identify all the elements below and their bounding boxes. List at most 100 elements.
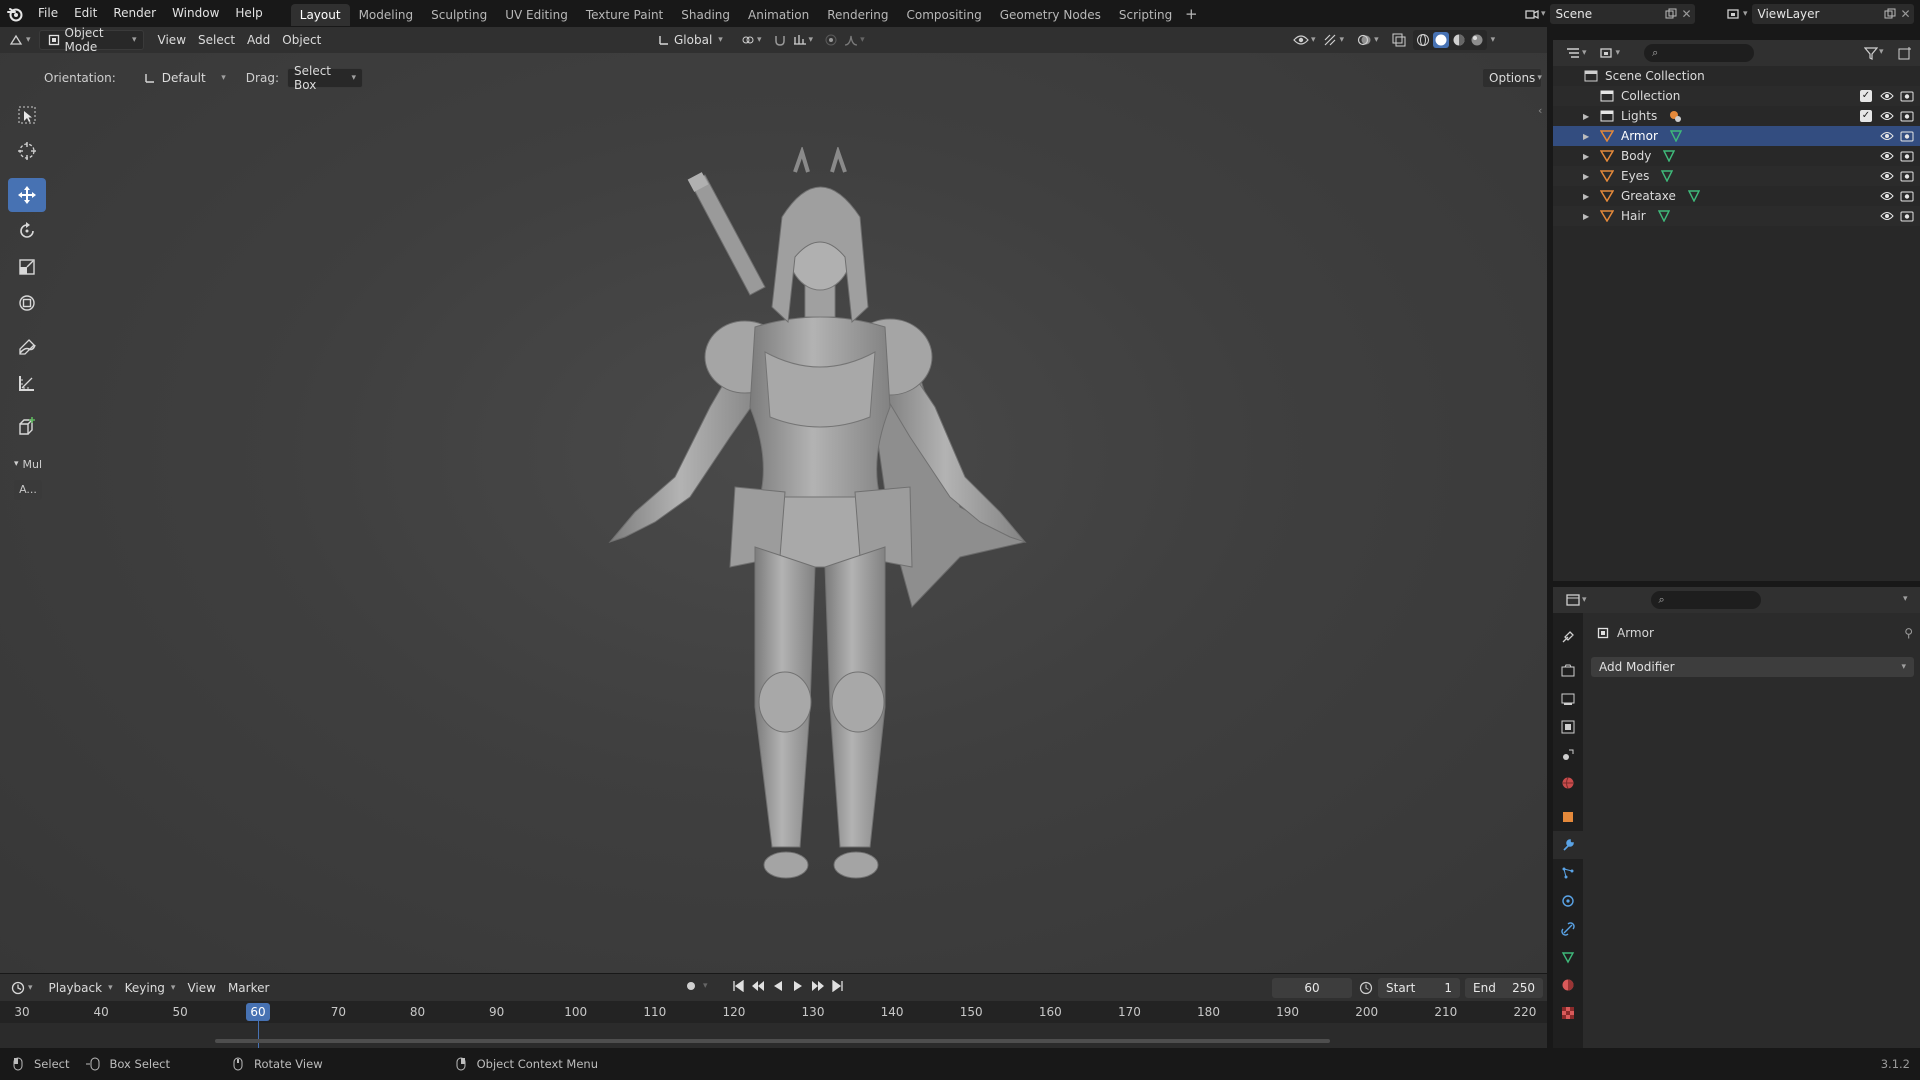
tab-modeling[interactable]: Modeling [350, 4, 423, 26]
menu-file[interactable]: File [30, 0, 66, 27]
camera-render-icon[interactable] [1899, 188, 1915, 204]
menu-view[interactable]: View [152, 30, 192, 50]
marker-menu[interactable]: Marker [222, 978, 275, 998]
playhead-frame-badge[interactable]: 60 [246, 1003, 270, 1021]
eye-icon[interactable] [1879, 208, 1895, 224]
mesh-data-icon[interactable] [1659, 168, 1675, 184]
tab-scene[interactable] [1553, 741, 1583, 769]
area-divider-horizontal[interactable] [1553, 581, 1920, 587]
menu-add[interactable]: Add [241, 30, 276, 50]
filter-icon[interactable] [1863, 45, 1879, 61]
properties-editor-icon[interactable] [1565, 592, 1581, 608]
add-cube-tool[interactable] [8, 410, 46, 444]
timeline-scrollbar[interactable] [215, 1039, 1330, 1043]
camera-render-icon[interactable] [1899, 208, 1915, 224]
outliner-item-lights[interactable]: ▶ Lights ✓ [1553, 106, 1920, 126]
outliner-search-field[interactable]: ⌕ [1644, 44, 1755, 62]
menu-object[interactable]: Object [276, 30, 327, 50]
xray-icon[interactable] [1391, 32, 1407, 48]
visibility-icon[interactable] [1293, 32, 1309, 48]
properties-search-field[interactable]: ⌕ [1650, 591, 1761, 609]
tool-panel-header[interactable]: ▾ Mul [14, 454, 48, 474]
mesh-data-icon[interactable] [1686, 188, 1702, 204]
menu-window[interactable]: Window [164, 0, 227, 27]
disclosure-triangle-icon[interactable]: ▶ [1583, 192, 1593, 201]
scene-collection-row[interactable]: Scene Collection [1553, 66, 1920, 86]
eye-icon[interactable] [1879, 108, 1895, 124]
tab-world[interactable] [1553, 769, 1583, 797]
3d-viewport[interactable] [0, 27, 1547, 973]
tab-modifiers[interactable] [1553, 831, 1583, 859]
menu-edit[interactable]: Edit [66, 0, 105, 27]
current-frame-field[interactable]: 60 [1272, 978, 1352, 998]
menu-select[interactable]: Select [192, 30, 241, 50]
tab-output[interactable] [1553, 685, 1583, 713]
outliner-item-hair[interactable]: ▶ Hair [1553, 206, 1920, 226]
timeline-view-menu[interactable]: View [181, 978, 221, 998]
tab-object[interactable] [1553, 803, 1583, 831]
eye-icon[interactable] [1879, 168, 1895, 184]
character-model[interactable] [540, 147, 1100, 977]
tab-shading[interactable]: Shading [672, 4, 739, 26]
mode-selector[interactable]: Object Mode ▾ [38, 26, 144, 54]
snap-icon[interactable] [772, 32, 788, 48]
camera-render-icon[interactable] [1899, 88, 1915, 104]
material-shading-icon[interactable] [1451, 32, 1467, 48]
play-reverse-icon[interactable] [770, 978, 786, 994]
camera-render-icon[interactable] [1899, 108, 1915, 124]
scale-tool[interactable] [8, 250, 46, 284]
jump-end-icon[interactable] [830, 978, 846, 994]
start-frame-field[interactable]: Start 1 [1378, 978, 1460, 998]
view-layer-selector[interactable]: ViewLayer ✕ [1751, 4, 1914, 24]
rotate-tool[interactable] [8, 214, 46, 248]
mesh-data-icon[interactable] [1668, 128, 1684, 144]
mesh-data-icon[interactable] [1661, 148, 1677, 164]
options-button[interactable]: Options ▾ [1482, 68, 1542, 88]
sidebar-toggle-icon[interactable]: ‹ [1538, 104, 1542, 117]
snap-target-icon[interactable] [792, 32, 808, 48]
tab-rendering[interactable]: Rendering [818, 4, 897, 26]
tab-animation[interactable]: Animation [739, 4, 818, 26]
measure-tool[interactable] [8, 366, 46, 400]
disclosure-triangle-icon[interactable]: ▶ [1583, 132, 1593, 141]
collection-checkbox[interactable]: ✓ [1860, 110, 1872, 122]
add-workspace-button[interactable]: + [1181, 5, 1201, 23]
tab-data[interactable] [1553, 943, 1583, 971]
play-icon[interactable] [790, 978, 806, 994]
jump-start-icon[interactable] [730, 978, 746, 994]
tab-sculpting[interactable]: Sculpting [422, 4, 496, 26]
annotate-tool[interactable] [8, 330, 46, 364]
outliner-item-greataxe[interactable]: ▶ Greataxe [1553, 186, 1920, 206]
clock-editor-icon[interactable] [10, 980, 26, 996]
copy-view-layer-icon[interactable] [1882, 6, 1898, 22]
close-scene-icon[interactable]: ✕ [1679, 6, 1695, 22]
tab-render[interactable] [1553, 657, 1583, 685]
collection-checkbox[interactable]: ✓ [1860, 90, 1872, 102]
tab-texture[interactable] [1553, 999, 1583, 1027]
pivot-point-icon[interactable] [740, 32, 756, 48]
disclosure-triangle-icon[interactable]: ▶ [1583, 172, 1593, 181]
copy-scene-icon[interactable] [1663, 6, 1679, 22]
move-tool[interactable] [8, 178, 46, 212]
transform-tool[interactable] [8, 286, 46, 320]
menu-render[interactable]: Render [105, 0, 164, 27]
orientation-selector[interactable]: Default ▾ [136, 68, 232, 88]
outliner-item-body[interactable]: ▶ Body [1553, 146, 1920, 166]
record-icon[interactable] [683, 978, 699, 994]
transform-orientation-selector[interactable]: Global ▾ [652, 30, 728, 50]
light-data-icon[interactable] [1667, 108, 1683, 124]
tab-tool[interactable] [1553, 623, 1583, 651]
preview-range-icon[interactable] [1358, 980, 1374, 996]
wireframe-shading-icon[interactable] [1415, 32, 1431, 48]
tool-panel-button[interactable]: A... [14, 480, 42, 500]
add-modifier-dropdown[interactable]: Add Modifier ▾ [1591, 657, 1914, 677]
end-frame-field[interactable]: End 250 [1465, 978, 1543, 998]
gizmo-icon[interactable] [1322, 32, 1338, 48]
tab-geometry-nodes[interactable]: Geometry Nodes [991, 4, 1110, 26]
disclosure-triangle-icon[interactable]: ▶ [1583, 212, 1593, 221]
tab-uv-editing[interactable]: UV Editing [496, 4, 577, 26]
playback-menu[interactable]: Playback ▾ [43, 978, 119, 998]
solid-shading-icon[interactable] [1432, 32, 1449, 48]
mesh-data-icon[interactable] [1656, 208, 1672, 224]
tab-compositing[interactable]: Compositing [897, 4, 990, 26]
